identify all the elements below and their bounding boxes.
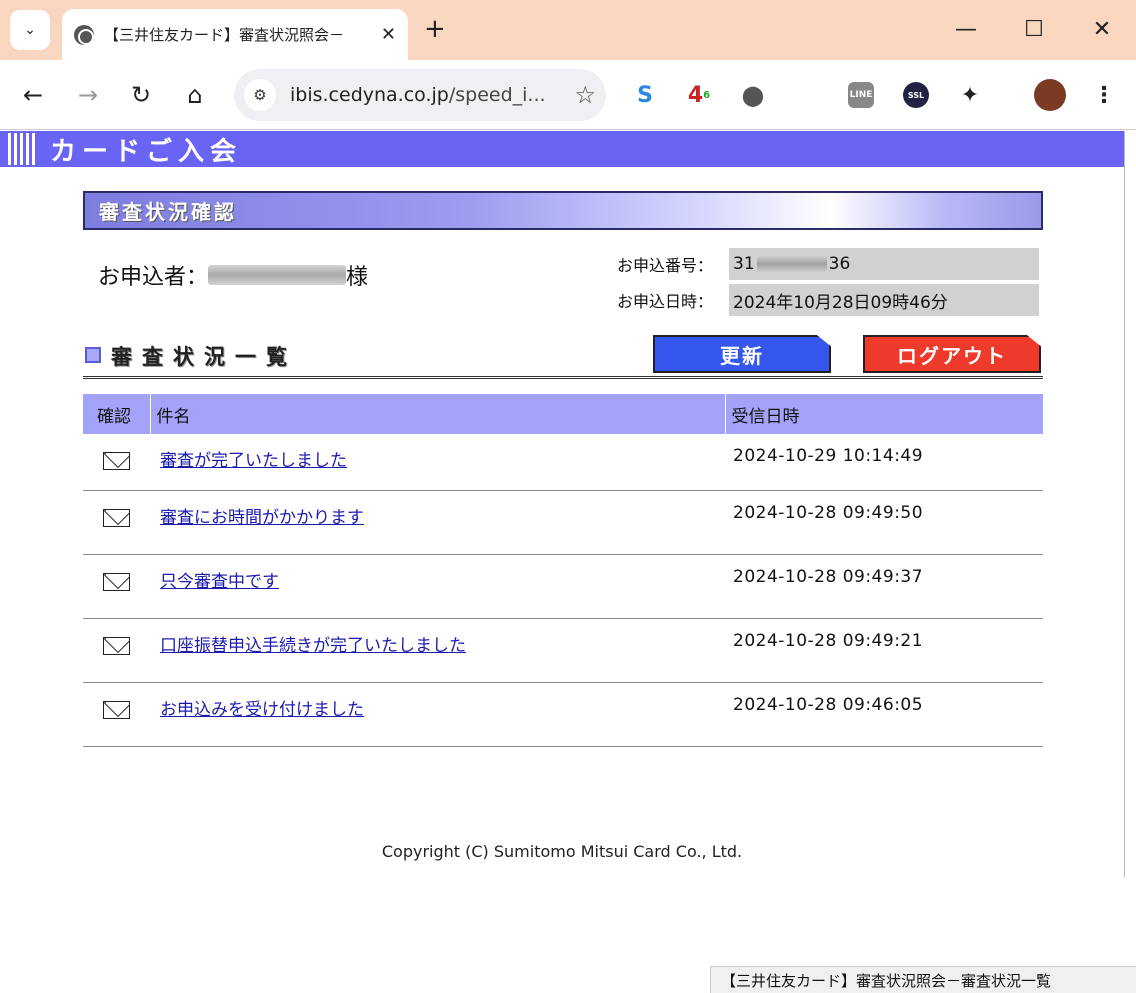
table-row: 口座振替申込手続きが完了いたしました 2024-10-28 09:49:21 [83,618,1043,683]
applicant-name: お申込者： 様 [98,259,368,291]
close-window-button[interactable]: ✕ [1086,14,1118,46]
location-pin-icon[interactable]: ⬤ [740,80,766,110]
new-tab-button[interactable]: + [424,14,446,44]
copyright: Copyright (C) Sumitomo Mitsui Card Co., … [381,842,743,861]
ssl-shield-icon[interactable]: SSL [903,82,929,108]
message-link[interactable]: 只今審査中です [160,572,279,592]
chevron-down-icon: ⌄ [24,22,36,38]
line-icon[interactable]: LINE [848,82,874,108]
status-table: 確認 件名 受信日時 審査が完了いたしました 2024-10-29 10:14:… [83,394,1043,747]
envelope-icon[interactable] [103,572,130,591]
extension-badge-icon[interactable]: 46 [684,80,714,110]
active-tab[interactable]: 【三井住友カード】審査状況照会－ ✕ [62,9,408,60]
list-title: 審査状況一覧 [111,345,297,369]
reload-icon[interactable]: ↻ [125,80,157,110]
received-date: 2024-10-28 09:49:21 [725,618,1043,683]
application-number-value: 31 36 [729,248,1039,280]
header-subject: 件名 [149,394,725,434]
header-received: 受信日時 [724,394,1043,434]
page-content: カードご入会 審査状況確認 お申込者： 様 お申込番号： 31 36 お申込日時… [0,131,1124,877]
received-date: 2024-10-28 09:49:50 [725,490,1043,555]
update-button[interactable]: 更新 [653,335,831,373]
home-icon[interactable]: ⌂ [179,80,211,110]
table-row: お申込みを受け付けました 2024-10-28 09:46:05 [83,682,1043,747]
tab-title: 【三井住友カード】審査状況照会－ [104,26,345,44]
extensions-puzzle-icon[interactable]: ✦ [956,80,984,110]
applicant-label: お申込者： [98,265,209,290]
square-bullet-icon [85,347,101,363]
application-number-row: お申込番号： 31 36 [617,248,1039,280]
banner-title: カードご入会 [50,136,243,167]
url-text[interactable]: ibis.cedyna.co.jp/speed_i... [290,84,564,106]
page-edge [1124,131,1125,877]
table-header-row: 確認 件名 受信日時 [83,394,1043,434]
bookmark-star-icon[interactable]: ☆ [574,81,596,109]
globe-icon [74,24,94,45]
message-link[interactable]: 審査にお時間がかかります [160,508,364,528]
section-title: 審査状況確認 [99,200,237,224]
applicant-suffix: 様 [346,265,369,290]
browser-toolbar: ← → ↻ ⌂ ⚙ ibis.cedyna.co.jp/speed_i... ☆… [0,60,1136,130]
tab-search-button[interactable]: ⌄ [10,10,50,50]
application-date-row: お申込日時： 2024年10月28日09時46分 [617,284,1039,316]
profile-avatar[interactable] [1034,79,1066,111]
application-date-label: お申込日時： [617,292,714,311]
address-bar[interactable]: ⚙ ibis.cedyna.co.jp/speed_i... ☆ [234,69,606,121]
table-row: 審査が完了いたしました 2024-10-29 10:14:49 [83,434,1043,491]
header-confirm: 確認 [83,394,150,434]
status-bar: 【三井住友カード】審査状況照会－審査状況一覧 [710,966,1136,993]
maximize-button[interactable]: ☐ [1018,14,1050,46]
received-date: 2024-10-29 10:14:49 [725,434,1043,491]
extension-s-icon[interactable]: S [630,80,660,110]
application-date-value: 2024年10月28日09時46分 [729,284,1039,316]
table-row: 審査にお時間がかかります 2024-10-28 09:49:50 [83,490,1043,555]
envelope-icon[interactable] [103,508,130,527]
message-link[interactable]: 口座振替申込手続きが完了いたしました [160,636,466,656]
tab-strip: ⌄ 【三井住友カード】審査状況照会－ ✕ + — ☐ ✕ [0,0,1136,60]
envelope-icon[interactable] [103,636,130,655]
site-info-icon[interactable]: ⚙ [244,79,276,111]
status-text: 【三井住友カード】審査状況照会－審査状況一覧 [721,971,1052,990]
envelope-icon[interactable] [103,452,130,470]
close-tab-icon[interactable]: ✕ [381,24,396,45]
redacted-name [208,265,347,285]
section-header: 審査状況確認 [83,191,1043,230]
message-link[interactable]: 審査が完了いたしました [160,451,347,471]
redacted-number [756,256,827,272]
back-icon[interactable]: ← [17,80,49,110]
logout-button[interactable]: ログアウト [863,335,1041,373]
minimize-button[interactable]: — [950,14,982,46]
message-link[interactable]: お申込みを受け付けました [160,700,364,720]
page-banner: カードご入会 [0,131,1124,167]
forward-icon[interactable]: → [72,80,104,110]
received-date: 2024-10-28 09:46:05 [725,682,1043,747]
menu-kebab-icon[interactable]: ⋮ [1092,80,1116,110]
received-date: 2024-10-28 09:49:37 [725,554,1043,619]
application-number-label: お申込番号： [617,256,714,275]
banner-stripes [8,133,38,165]
envelope-icon[interactable] [103,700,130,719]
table-row: 只今審査中です 2024-10-28 09:49:37 [83,554,1043,619]
